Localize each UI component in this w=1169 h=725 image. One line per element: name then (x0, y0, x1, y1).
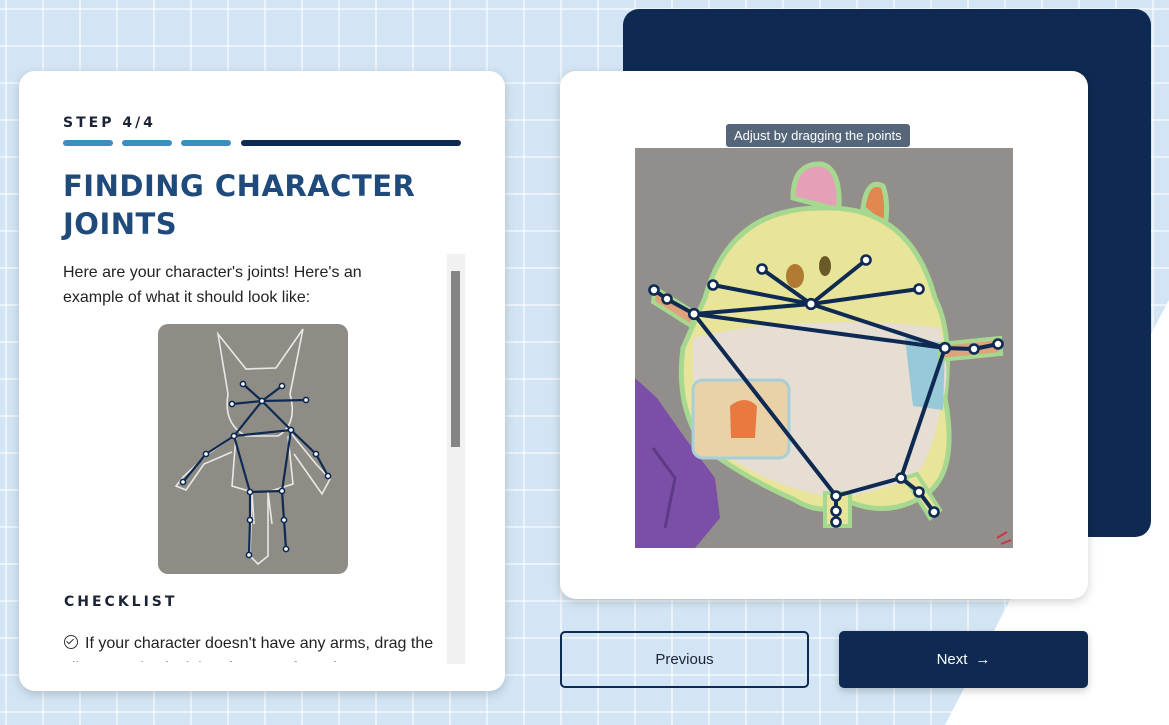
page-title: FINDING CHARACTER JOINTS (63, 169, 416, 241)
checklist-item-text: If your character doesn't have any arms,… (63, 635, 434, 662)
drag-hint-tooltip: Adjust by dragging the points (726, 124, 910, 147)
instructions-card: STEP 4/4 FINDING CHARACTER JOINTS Here a… (19, 71, 505, 691)
scrollbar[interactable] (447, 254, 465, 664)
example-image (158, 324, 348, 574)
previous-button[interactable]: Previous (560, 631, 809, 688)
next-button-label: Next (936, 651, 968, 668)
progress-step-4 (241, 140, 461, 146)
intro-text: Here are your character's joints! Here's… (63, 264, 362, 306)
arrow-right-icon: → (975, 651, 991, 668)
instructions-scroll-area[interactable]: Here are your character's joints! Here's… (63, 257, 443, 662)
previous-button-label: Previous (655, 651, 714, 668)
next-button[interactable]: Next → (839, 631, 1088, 688)
joint-editor-card: Adjust by dragging the points (560, 71, 1088, 599)
check-circle-icon (64, 635, 78, 649)
progress-step-1 (63, 140, 113, 146)
character-drawing-canvas[interactable] (635, 148, 1013, 548)
progress-step-3 (181, 140, 231, 146)
checklist-heading: CHECKLIST (64, 594, 178, 610)
step-label: STEP 4/4 (63, 115, 156, 131)
scrollbar-thumb[interactable] (451, 271, 460, 447)
checklist-item: If your character doesn't have any arms,… (63, 631, 443, 662)
progress-step-2 (122, 140, 172, 146)
